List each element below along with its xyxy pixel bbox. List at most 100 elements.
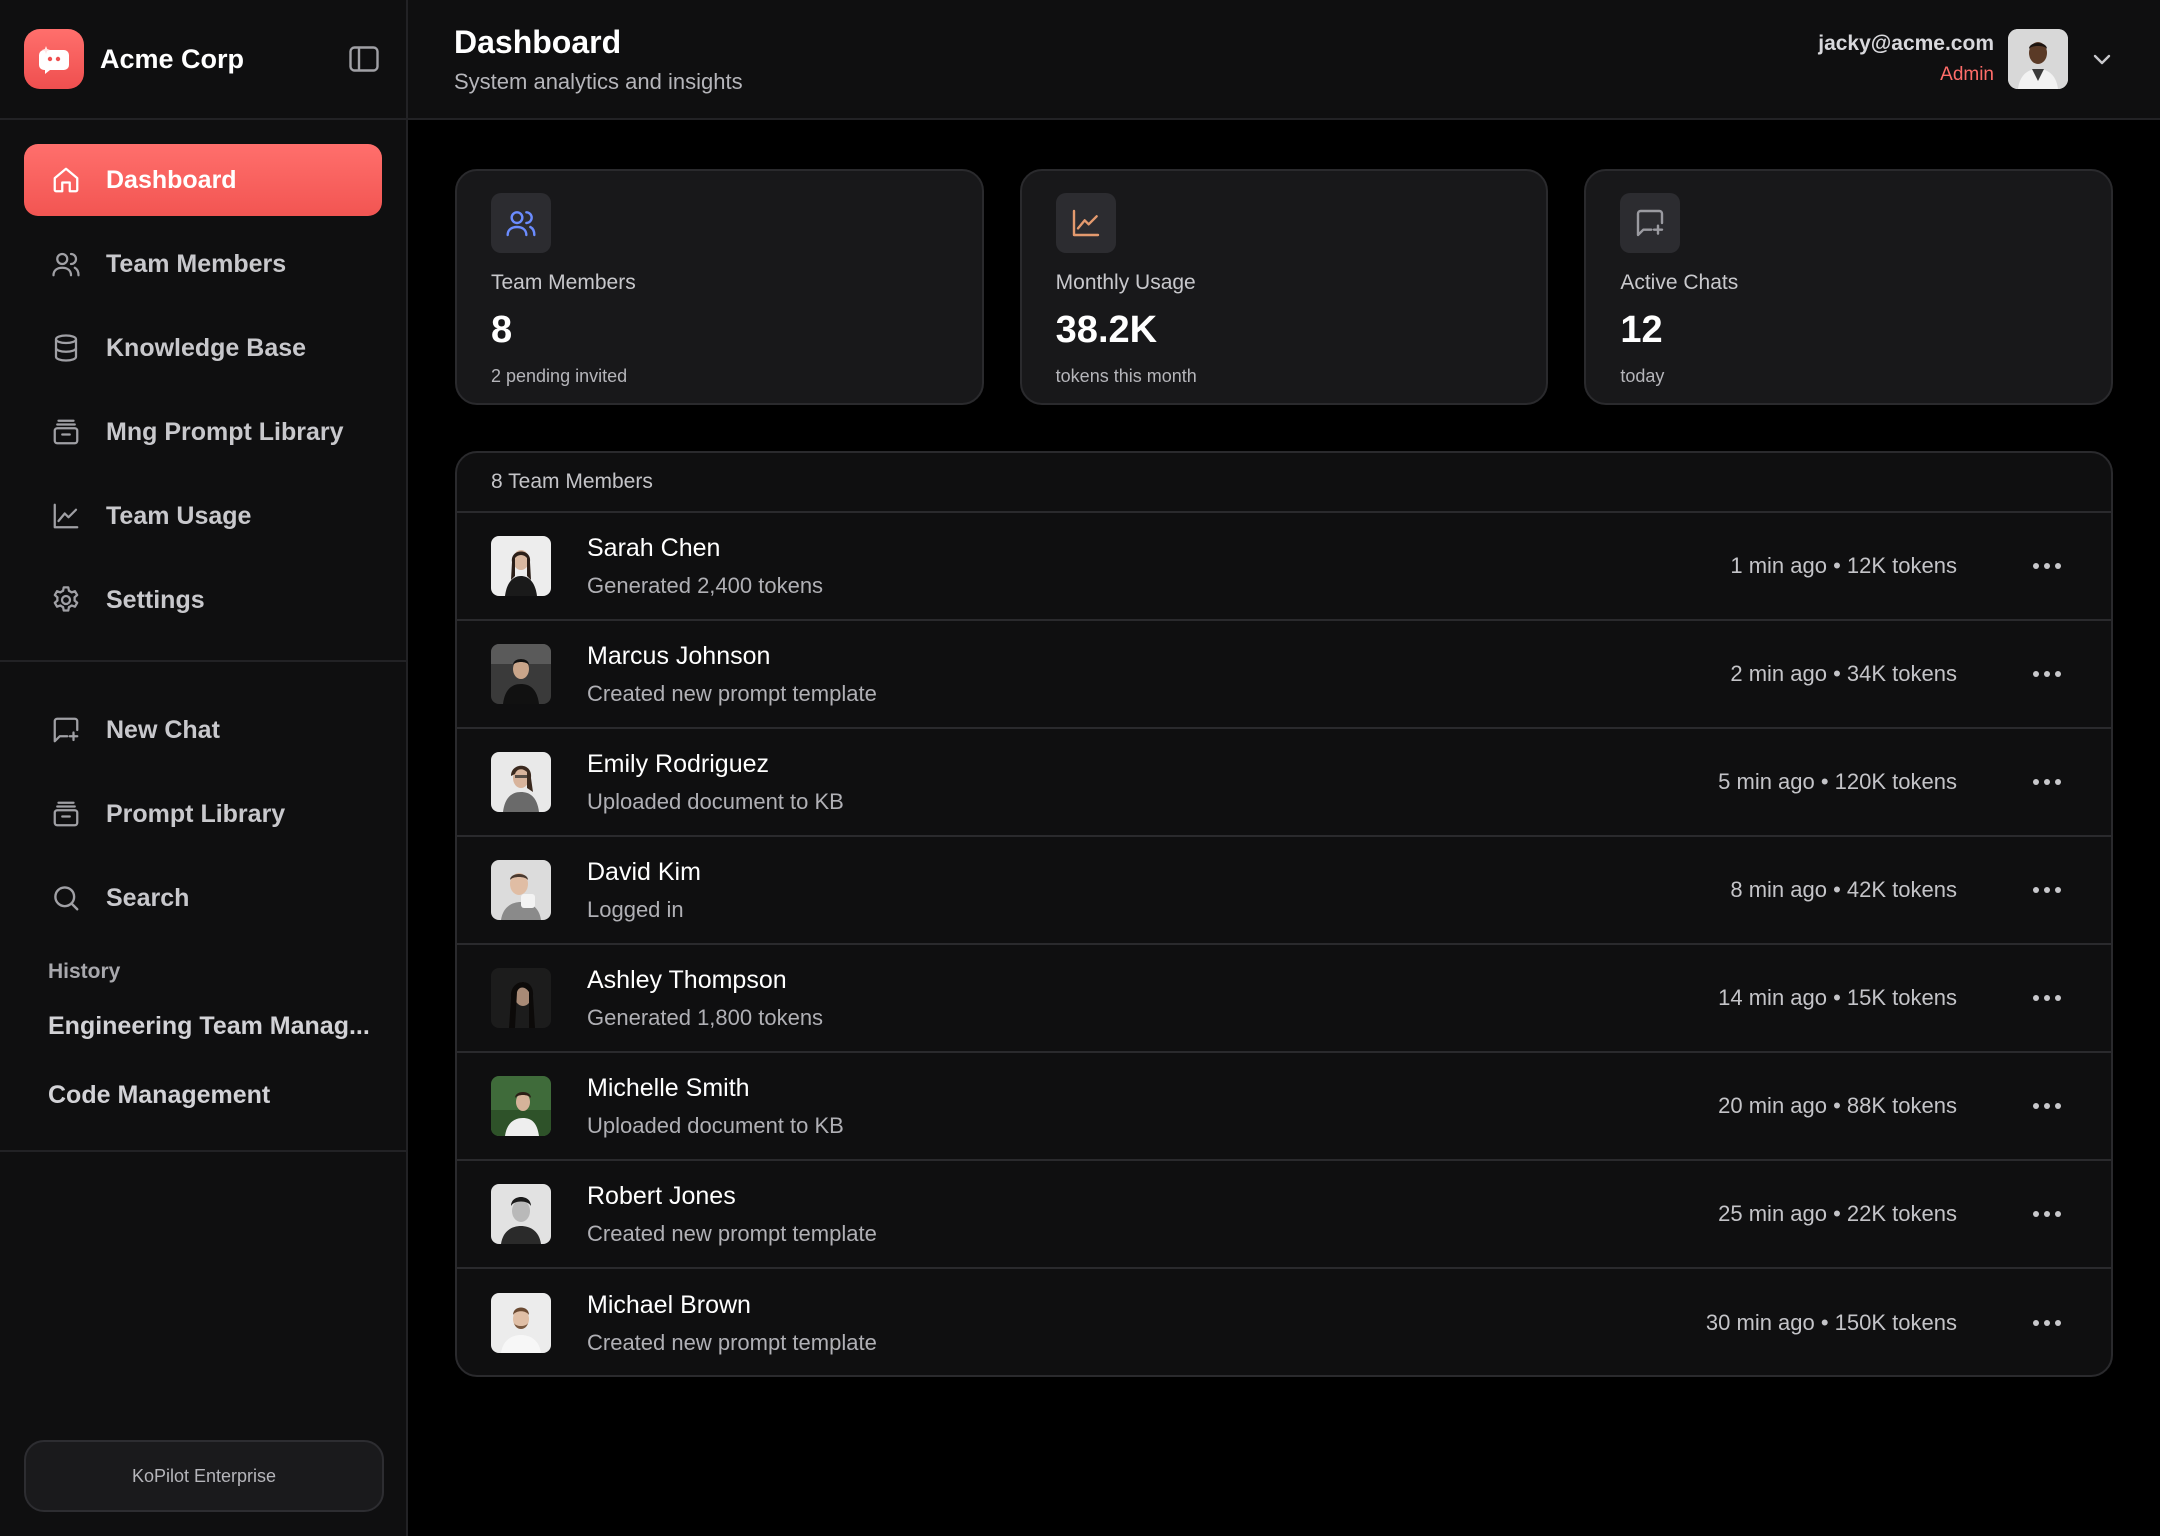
member-text: Sarah Chen Generated 2,400 tokens [587,534,1730,599]
more-options-icon[interactable] [2017,1194,2077,1234]
stat-card-team-members[interactable]: Team Members 8 2 pending invited [455,169,984,405]
user-email: jacky@acme.com [1818,32,1994,55]
nav-label: Team Usage [106,501,252,530]
table-row[interactable]: Sarah Chen Generated 2,400 tokens 1 min … [457,513,2111,621]
top-header: Dashboard System analytics and insights … [408,0,2160,120]
table-row[interactable]: Ashley Thompson Generated 1,800 tokens 1… [457,945,2111,1053]
line-chart-icon [48,498,84,534]
user-role: Admin [1940,64,1994,85]
member-activity: Created new prompt template [587,1329,877,1355]
table-row[interactable]: Marcus Johnson Created new prompt templa… [457,621,2111,729]
history-heading: History [48,960,121,983]
avatar [491,752,551,812]
users-icon [491,193,551,253]
nav-item-team-members[interactable]: Team Members [24,228,382,300]
member-activity: Created new prompt template [587,1220,877,1246]
member-activity: Generated 1,800 tokens [587,1004,824,1030]
nav-label: Team Members [106,249,287,278]
nav-item-prompt-library[interactable]: Prompt Library [24,778,382,850]
stat-card-monthly-usage[interactable]: Monthly Usage 38.2K tokens this month [1019,169,1549,405]
app-root: Acme Corp Dashboard Team Members Knowled… [0,0,2160,1536]
chevron-down-icon[interactable] [2090,47,2114,71]
avatar [491,1293,551,1353]
member-name: Marcus Johnson [587,641,771,670]
line-chart-icon [1055,193,1116,253]
nav-label: Settings [106,585,205,614]
member-meta: 5 min ago • 120K tokens [1718,769,1957,794]
archive-icon [48,414,84,450]
member-name: David Kim [587,857,701,886]
table-row[interactable]: David Kim Logged in 8 min ago • 42K toke… [457,837,2111,945]
sidebar: Acme Corp Dashboard Team Members Knowled… [0,0,408,1536]
avatar [491,968,551,1028]
nav-item-mng-prompt-library[interactable]: Mng Prompt Library [24,396,382,468]
team-members-list: 8 Team Members Sarah Chen Generated 2,40… [455,451,2113,1377]
member-activity: Logged in [587,896,684,922]
sidebar-toggle-icon[interactable] [346,41,382,77]
member-meta: 14 min ago • 15K tokens [1718,985,1957,1010]
brand-header: Acme Corp [0,0,406,120]
stats-row: Team Members 8 2 pending invited Monthly… [455,169,2114,405]
stat-card-active-chats[interactable]: Active Chats 12 today [1584,169,2114,405]
stat-value: 8 [491,309,513,351]
nav-label: New Chat [106,715,220,744]
member-meta: 25 min ago • 22K tokens [1718,1201,1957,1226]
member-name: Emily Rodriguez [587,749,770,778]
member-meta: 2 min ago • 34K tokens [1730,661,1957,686]
history-item[interactable]: Code Management [24,1061,382,1130]
more-options-icon[interactable] [2017,546,2077,586]
page-subtitle: System analytics and insights [454,68,743,94]
member-text: Robert Jones Created new prompt template [587,1182,1718,1247]
header-titles: Dashboard System analytics and insights [454,24,1818,95]
more-options-icon[interactable] [2017,654,2077,694]
more-options-icon[interactable] [2017,1303,2077,1343]
history-item[interactable]: Engineering Team Manag... [24,992,382,1061]
stat-label: Team Members [491,271,636,294]
more-options-icon[interactable] [2017,762,2077,802]
user-info: jacky@acme.com Admin [1818,32,1994,86]
gear-icon [48,582,84,618]
nav-label: Knowledge Base [106,333,307,362]
stat-note: today [1620,366,1665,386]
plan-badge-button[interactable]: KoPilot Enterprise [24,1440,384,1512]
member-text: David Kim Logged in [587,858,1730,923]
table-row[interactable]: Michelle Smith Uploaded document to KB 2… [457,1053,2111,1161]
member-text: Michelle Smith Uploaded document to KB [587,1074,1718,1139]
table-row[interactable]: Emily Rodriguez Uploaded document to KB … [457,729,2111,837]
more-options-icon[interactable] [2017,870,2077,910]
member-name: Ashley Thompson [587,965,787,994]
member-meta: 30 min ago • 150K tokens [1705,1310,1957,1335]
brand-logo-icon[interactable] [24,29,84,89]
member-activity: Uploaded document to KB [587,1112,844,1138]
nav-item-settings[interactable]: Settings [24,564,382,636]
nav-label: Search [106,883,190,912]
member-name: Sarah Chen [587,533,721,562]
more-options-icon[interactable] [2017,1086,2077,1126]
member-meta: 1 min ago • 12K tokens [1730,553,1957,578]
nav-label: Prompt Library [106,799,286,828]
stat-note: 2 pending invited [491,366,628,386]
stat-value: 12 [1620,309,1663,351]
brand-name: Acme Corp [100,43,245,74]
table-row[interactable]: Michael Brown Created new prompt templat… [457,1269,2111,1375]
member-text: Ashley Thompson Generated 1,800 tokens [587,966,1718,1031]
database-icon [48,330,84,366]
nav-item-dashboard[interactable]: Dashboard [24,144,382,216]
secondary-nav: New Chat Prompt Library Search History E… [0,662,406,1152]
user-menu[interactable]: jacky@acme.com Admin [1818,29,2114,89]
search-icon [48,880,84,916]
member-activity: Uploaded document to KB [587,788,844,814]
nav-item-team-usage[interactable]: Team Usage [24,480,382,552]
stat-label: Monthly Usage [1055,271,1196,294]
users-icon [48,246,84,282]
member-name: Robert Jones [587,1181,736,1210]
table-row[interactable]: Robert Jones Created new prompt template… [457,1161,2111,1269]
user-avatar[interactable] [2008,29,2068,89]
nav-item-knowledge-base[interactable]: Knowledge Base [24,312,382,384]
nav-item-new-chat[interactable]: New Chat [24,694,382,766]
member-text: Emily Rodriguez Uploaded document to KB [587,750,1718,815]
more-options-icon[interactable] [2017,978,2077,1018]
stat-value: 38.2K [1055,309,1158,351]
nav-item-search[interactable]: Search [24,862,382,934]
message-plus-icon [48,712,84,748]
